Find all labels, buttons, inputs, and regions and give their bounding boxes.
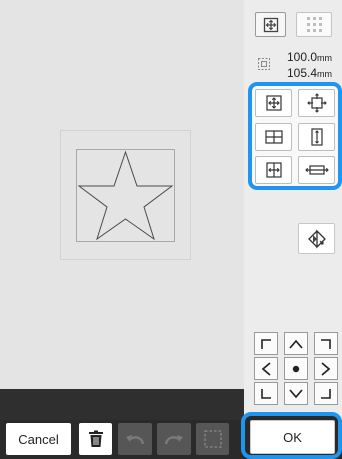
mirror-icon (307, 228, 326, 249)
undo-icon (126, 435, 145, 445)
design-height-readout: 105.4mm (282, 66, 332, 80)
design-view-button[interactable] (255, 12, 286, 37)
scale-horizontal-button[interactable] (255, 123, 292, 151)
move-center-button[interactable] (284, 357, 308, 380)
corner-up-left-icon (261, 338, 271, 349)
corner-up-right-icon (321, 338, 331, 349)
scale-proportional-button[interactable] (255, 89, 292, 117)
move-right-button[interactable] (314, 357, 338, 380)
stretch-horizontal-button[interactable] (298, 156, 335, 184)
corner-down-left-icon (261, 388, 271, 399)
scale-vertical-button[interactable] (298, 123, 335, 151)
design-height-value: 105.4 (286, 66, 317, 80)
redo-button[interactable] (157, 423, 191, 455)
scale-proportional-icon (265, 95, 282, 111)
move-down-left-button[interactable] (254, 382, 278, 405)
design-height-unit: mm (317, 69, 332, 79)
star-design[interactable] (76, 149, 175, 242)
design-width-value: 100.0 (286, 50, 317, 64)
arrow-right-icon (321, 361, 331, 376)
canvas-toolbar-strip (0, 389, 244, 420)
select-area-icon (203, 430, 222, 448)
ok-button[interactable]: OK (250, 420, 335, 454)
cancel-button[interactable]: Cancel (6, 423, 71, 455)
scale-horizontal-icon (264, 130, 283, 144)
undo-button[interactable] (118, 423, 152, 455)
arrow-left-icon (261, 361, 271, 376)
shrink-horizontal-button[interactable] (255, 156, 292, 184)
scale-expand-icon (306, 93, 327, 113)
redo-icon (164, 435, 183, 445)
stitch-grid-icon (306, 17, 322, 32)
scale-vertical-icon (310, 128, 323, 146)
shrink-horizontal-icon (265, 162, 282, 178)
size-icon (258, 58, 270, 70)
trash-icon (88, 430, 103, 447)
move-up-left-button[interactable] (254, 332, 278, 355)
design-width-readout: 100.0mm (282, 50, 332, 64)
corner-down-right-icon (321, 388, 331, 399)
stitch-grid-button[interactable] (296, 12, 332, 37)
stretch-horizontal-icon (304, 165, 329, 175)
arrow-down-icon (289, 388, 303, 398)
select-area-button[interactable] (196, 423, 229, 455)
move-up-button[interactable] (284, 332, 308, 355)
move-down-right-button[interactable] (314, 382, 338, 405)
center-dot-icon (292, 365, 300, 372)
move-down-button[interactable] (284, 382, 308, 405)
scale-expand-button[interactable] (298, 89, 335, 117)
delete-button[interactable] (79, 423, 112, 455)
mirror-button[interactable] (298, 223, 335, 254)
move-left-button[interactable] (254, 357, 278, 380)
move-up-right-button[interactable] (314, 332, 338, 355)
arrow-up-icon (289, 339, 303, 349)
design-width-unit: mm (317, 53, 332, 63)
design-view-icon (263, 17, 278, 32)
